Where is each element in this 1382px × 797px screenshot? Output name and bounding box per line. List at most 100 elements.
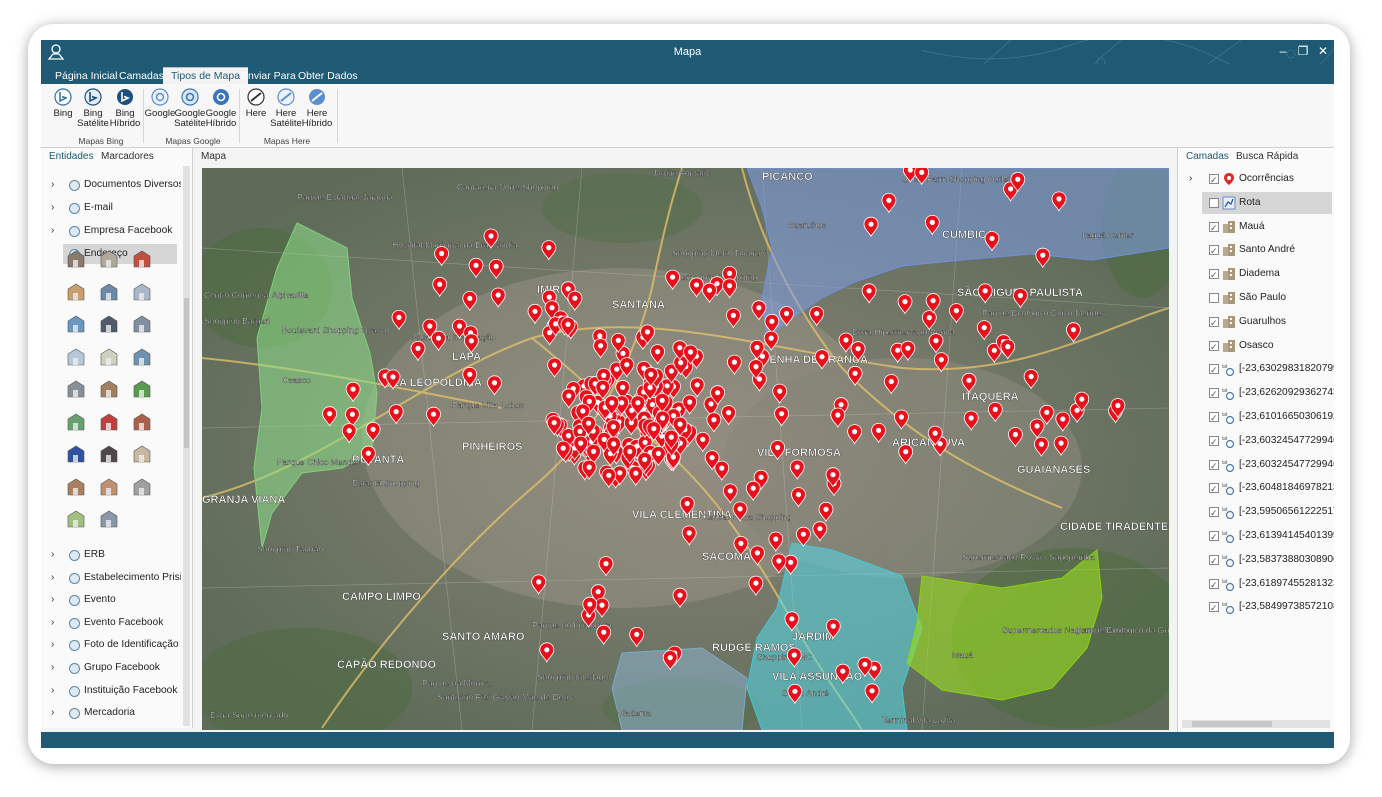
tab-busca-rapida[interactable]: Busca Rápida bbox=[1236, 151, 1298, 162]
left-scrollbar-thumb[interactable] bbox=[184, 298, 189, 448]
layer-item[interactable]: lat [-23,626209293627436; - bbox=[1178, 382, 1334, 404]
building-icon[interactable] bbox=[98, 476, 120, 498]
expand-arrow-icon[interactable]: › bbox=[1189, 168, 1192, 190]
layer-item[interactable]: lat [-23,58373880308906; -4 bbox=[1178, 549, 1334, 571]
layer-item[interactable]: Osasco bbox=[1178, 335, 1334, 357]
layer-item[interactable]: lat [-23,603245477299467; - bbox=[1178, 454, 1334, 476]
tree-item-e-mail[interactable]: › E-mail bbox=[41, 198, 181, 218]
layer-item[interactable]: lat [-23,613941454013997; - bbox=[1178, 525, 1334, 547]
building-icon[interactable] bbox=[65, 346, 87, 368]
layer-checkbox[interactable] bbox=[1209, 197, 1219, 208]
layer-checkbox[interactable] bbox=[1209, 293, 1219, 303]
google-map-button[interactable]: Google bbox=[144, 88, 176, 119]
bing-satellite-button[interactable]: Bing Satélite bbox=[77, 88, 109, 129]
tree-item-grupo-facebook[interactable]: › Grupo Facebook bbox=[41, 658, 181, 678]
tree-item-mercadoria[interactable]: › Mercadoria bbox=[41, 703, 181, 723]
close-icon[interactable]: ✕ bbox=[1314, 43, 1332, 59]
bing-hybrid-button[interactable]: Bing Híbrido bbox=[109, 88, 141, 129]
layer-item[interactable]: lat [-23,603245477299467; - bbox=[1178, 430, 1334, 452]
tree-item-evento[interactable]: › Evento bbox=[41, 590, 181, 610]
tab-obter-dados[interactable]: Obter Dados bbox=[290, 68, 366, 84]
layer-checkbox[interactable] bbox=[1209, 502, 1219, 523]
layer-checkbox[interactable] bbox=[1209, 407, 1219, 428]
expand-arrow-icon[interactable]: › bbox=[51, 198, 54, 218]
layer-item[interactable]: lat [-23,604818469782135; - bbox=[1178, 477, 1334, 499]
building-icon[interactable] bbox=[131, 476, 153, 498]
expand-arrow-icon[interactable]: › bbox=[51, 545, 54, 565]
here-map-button[interactable]: Here bbox=[240, 88, 272, 119]
layer-item[interactable]: lat [-23,618974552813235; - bbox=[1178, 573, 1334, 595]
building-icon[interactable] bbox=[98, 346, 120, 368]
layer-checkbox[interactable] bbox=[1209, 359, 1219, 380]
layer-item[interactable]: Mauá bbox=[1178, 216, 1334, 238]
expand-arrow-icon[interactable]: › bbox=[51, 568, 54, 588]
bing-map-button[interactable]: Bing bbox=[47, 88, 79, 119]
layer-item[interactable]: lat [-23,630298318207995; - bbox=[1178, 358, 1334, 380]
layer-item[interactable]: Guarulhos bbox=[1178, 311, 1334, 333]
layer-checkbox[interactable] bbox=[1209, 240, 1219, 261]
building-icon[interactable] bbox=[65, 313, 87, 335]
tree-item-evento-facebook[interactable]: › Evento Facebook bbox=[41, 613, 181, 633]
expand-arrow-icon[interactable]: › bbox=[51, 681, 54, 701]
map-canvas[interactable]: Cantareira Norte Shopping Parque Estadual… bbox=[202, 168, 1169, 730]
tree-item-foto-de-identifica-o[interactable]: › Foto de Identificação bbox=[41, 635, 181, 655]
expand-arrow-icon[interactable]: › bbox=[51, 175, 54, 195]
layer-item[interactable]: Santo André bbox=[1178, 239, 1334, 261]
tab-marcadores[interactable]: Marcadores bbox=[101, 151, 154, 162]
building-icon[interactable] bbox=[98, 378, 120, 400]
building-icon[interactable] bbox=[131, 378, 153, 400]
layer-checkbox[interactable] bbox=[1209, 550, 1219, 571]
building-icon[interactable] bbox=[65, 443, 87, 465]
layer-checkbox[interactable] bbox=[1209, 383, 1219, 404]
layer-checkbox[interactable] bbox=[1209, 431, 1219, 452]
building-icon[interactable] bbox=[131, 281, 153, 303]
expand-arrow-icon[interactable]: › bbox=[51, 703, 54, 723]
layer-checkbox[interactable] bbox=[1209, 336, 1219, 357]
building-icon[interactable] bbox=[131, 346, 153, 368]
layer-item[interactable]: lat [-23,595065612225174; - bbox=[1178, 501, 1334, 523]
layer-item[interactable]: ›Rota bbox=[1202, 191, 1332, 214]
building-icon[interactable] bbox=[65, 411, 87, 433]
building-icon[interactable] bbox=[98, 248, 120, 270]
tree-item-documentos-diversos[interactable]: › Documentos Diversos bbox=[41, 175, 181, 195]
building-icon[interactable] bbox=[65, 378, 87, 400]
layer-item[interactable]: Diadema bbox=[1178, 263, 1334, 285]
building-icon[interactable] bbox=[65, 281, 87, 303]
maximize-icon[interactable]: ❐ bbox=[1294, 43, 1312, 59]
layer-item[interactable]: › Ocorrências bbox=[1178, 168, 1334, 190]
layer-checkbox[interactable] bbox=[1209, 169, 1219, 190]
building-icon[interactable] bbox=[98, 281, 120, 303]
building-icon[interactable] bbox=[65, 508, 87, 530]
layer-checkbox[interactable] bbox=[1209, 526, 1219, 547]
tree-item-erb[interactable]: › ERB bbox=[41, 545, 181, 565]
layer-checkbox[interactable] bbox=[1209, 455, 1219, 476]
layer-item[interactable]: São Paulo bbox=[1178, 287, 1334, 309]
layer-checkbox[interactable] bbox=[1209, 478, 1219, 499]
building-icon[interactable] bbox=[98, 443, 120, 465]
expand-arrow-icon[interactable]: › bbox=[51, 590, 54, 610]
here-hybrid-button[interactable]: Here Híbrido bbox=[301, 88, 333, 129]
tab-entidades[interactable]: Entidades bbox=[49, 151, 93, 162]
expand-arrow-icon[interactable]: › bbox=[51, 635, 54, 655]
tab-camadas-panel[interactable]: Camadas bbox=[1186, 151, 1229, 162]
tree-item-estabelecimento-prisional[interactable]: › Estabelecimento Prisional bbox=[41, 568, 181, 588]
building-icon[interactable] bbox=[131, 248, 153, 270]
building-icon[interactable] bbox=[65, 248, 87, 270]
layer-checkbox[interactable] bbox=[1209, 217, 1219, 238]
google-hybrid-button[interactable]: Google Híbrido bbox=[205, 88, 237, 129]
tree-item-empresa-facebook[interactable]: › Empresa Facebook bbox=[41, 221, 181, 241]
building-icon[interactable] bbox=[98, 411, 120, 433]
building-icon[interactable] bbox=[131, 313, 153, 335]
map-view[interactable]: Cantareira Norte Shopping Parque Estadual… bbox=[202, 168, 1169, 730]
layer-item[interactable]: lat [-23,610166503061922; - bbox=[1178, 406, 1334, 428]
here-satellite-button[interactable]: Here Satélite bbox=[270, 88, 302, 129]
building-icon[interactable] bbox=[131, 443, 153, 465]
building-icon[interactable] bbox=[98, 508, 120, 530]
layer-checkbox[interactable] bbox=[1209, 574, 1219, 595]
building-icon[interactable] bbox=[98, 313, 120, 335]
building-icon[interactable] bbox=[65, 476, 87, 498]
expand-arrow-icon[interactable]: › bbox=[51, 658, 54, 678]
layer-checkbox[interactable] bbox=[1209, 597, 1219, 618]
expand-arrow-icon[interactable]: › bbox=[51, 613, 54, 633]
layer-checkbox[interactable] bbox=[1209, 264, 1219, 285]
